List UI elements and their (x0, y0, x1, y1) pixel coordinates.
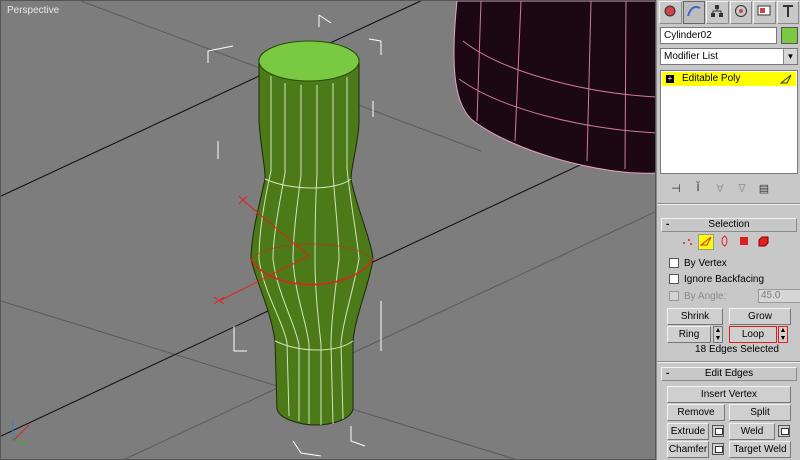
command-panel: Cylinder02 Modifier List ▼ + Editable Po… (656, 0, 800, 460)
grow-button[interactable]: Grow (729, 308, 791, 325)
selection-rollout-title: Selection (708, 219, 750, 230)
shrink-button[interactable]: Shrink (667, 308, 723, 325)
border-icon (719, 235, 731, 250)
expand-icon[interactable]: + (666, 75, 674, 83)
show-end-result-icon[interactable]: Ĭ (690, 182, 706, 194)
hierarchy-icon (710, 4, 724, 21)
display-tab[interactable] (753, 1, 776, 24)
viewport-scene (1, 1, 656, 459)
panel-tabbar (659, 1, 799, 25)
cylinder-top-cap[interactable] (258, 40, 360, 82)
remove-button[interactable]: Remove (667, 404, 725, 421)
vertex-icon (681, 235, 693, 250)
subobject-level-toolbar (679, 234, 771, 250)
checkbox-box (669, 291, 679, 301)
extrude-button[interactable]: Extrude (667, 423, 709, 440)
checkbox-box (669, 274, 679, 284)
edge-level-button[interactable] (698, 234, 714, 250)
weld-button[interactable]: Weld (729, 423, 775, 440)
checkbox-box (669, 258, 679, 268)
ring-spinner[interactable]: ▲ ▼ (713, 326, 723, 343)
chamfer-settings-icon[interactable] (712, 443, 724, 455)
ring-button[interactable]: Ring (667, 326, 711, 343)
insert-vertex-button[interactable]: Insert Vertex (667, 386, 791, 403)
hierarchy-tab[interactable] (706, 1, 729, 24)
separator (657, 203, 800, 205)
separator (657, 361, 800, 363)
modify-tab[interactable] (682, 1, 705, 24)
chevron-down-icon: ▼ (783, 49, 797, 64)
edge-icon (699, 235, 712, 250)
object-name-field[interactable]: Cylinder02 (660, 27, 777, 44)
stack-toolbar: ⊣ Ĭ ∀ ᐁ ▤ (660, 178, 798, 198)
modifier-list-label: Modifier List (664, 51, 718, 62)
by-vertex-label: By Vertex (684, 257, 727, 269)
selection-rollout-header[interactable]: - Selection (661, 218, 797, 232)
utilities-icon (781, 4, 795, 21)
ignore-backfacing-label: Ignore Backfacing (684, 273, 765, 285)
chamfer-button[interactable]: Chamfer (667, 441, 709, 458)
configure-modifier-sets-icon[interactable]: ▤ (756, 182, 772, 195)
modify-icon (686, 4, 702, 21)
green-cylinder[interactable] (250, 40, 374, 426)
motion-icon (734, 4, 748, 21)
extrude-settings-icon[interactable] (712, 425, 724, 437)
weld-settings-icon[interactable] (778, 425, 790, 437)
perspective-viewport[interactable]: Perspective (0, 0, 656, 460)
by-vertex-checkbox[interactable]: By Vertex (669, 256, 727, 270)
element-level-button[interactable] (755, 234, 771, 250)
remove-modifier-icon[interactable]: ᐁ (734, 182, 750, 195)
background-cylinder[interactable] (453, 1, 656, 174)
polygon-icon (738, 235, 750, 250)
viewport-label[interactable]: Perspective (7, 5, 59, 16)
create-tab[interactable] (659, 1, 682, 24)
create-icon (663, 4, 677, 21)
edge-subobject-icon (779, 74, 792, 89)
target-weld-button[interactable]: Target Weld (729, 441, 791, 458)
element-icon (757, 235, 769, 250)
split-button[interactable]: Split (729, 404, 791, 421)
loop-button[interactable]: Loop (729, 326, 777, 343)
make-unique-icon[interactable]: ∀ (712, 182, 728, 195)
loop-spinner[interactable]: ▲ ▼ (778, 326, 788, 343)
ignore-backfacing-checkbox[interactable]: Ignore Backfacing (669, 272, 764, 286)
by-angle-checkbox[interactable]: By Angle: (669, 289, 726, 303)
pin-stack-icon[interactable]: ⊣ (668, 182, 684, 195)
modifier-list-dropdown[interactable]: Modifier List ▼ (660, 48, 798, 65)
utilities-tab[interactable] (776, 1, 799, 24)
by-angle-spinner[interactable]: 45.0 (758, 289, 800, 303)
selection-count: 18 Edges Selected (695, 344, 779, 355)
vertex-level-button[interactable] (679, 234, 695, 250)
stack-item-editable-poly[interactable]: + Editable Poly (662, 72, 796, 86)
object-color-swatch[interactable] (781, 27, 798, 44)
collapse-icon: - (666, 219, 670, 230)
display-icon (757, 4, 771, 21)
by-angle-label: By Angle: (684, 290, 727, 302)
stack-item-label: Editable Poly (682, 73, 741, 84)
collapse-icon: - (666, 368, 670, 379)
edit-edges-rollout-header[interactable]: - Edit Edges (661, 367, 797, 381)
modifier-stack[interactable]: + Editable Poly (660, 70, 798, 174)
polygon-level-button[interactable] (736, 234, 752, 250)
border-level-button[interactable] (717, 234, 733, 250)
edit-edges-rollout-title: Edit Edges (704, 368, 754, 379)
motion-tab[interactable] (729, 1, 752, 24)
